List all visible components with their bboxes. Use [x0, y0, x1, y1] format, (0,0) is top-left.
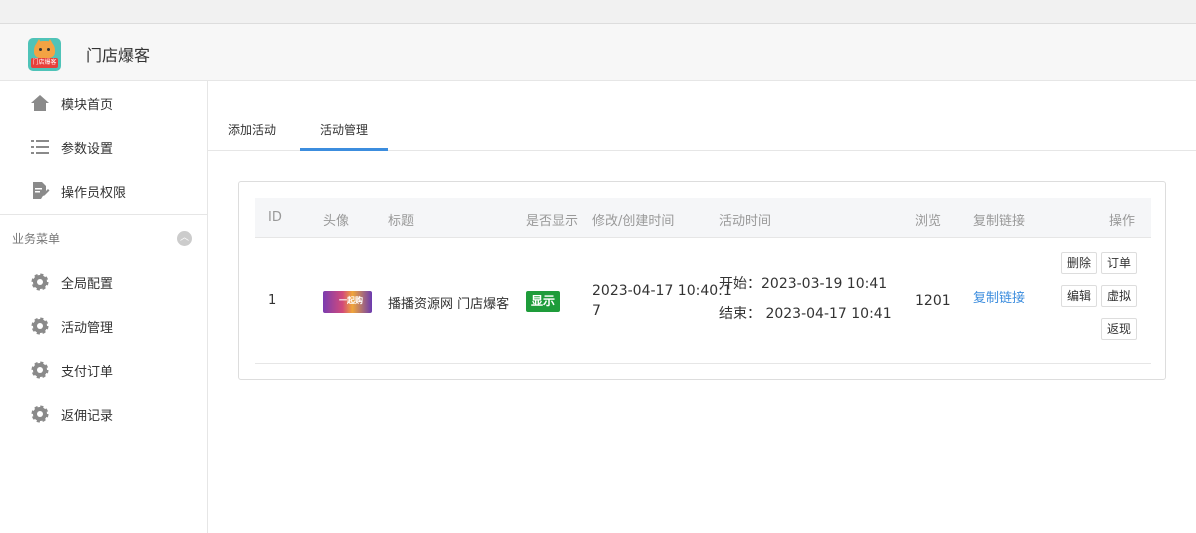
chevron-up-icon: ︿: [179, 233, 189, 243]
status-badge: 显示: [526, 291, 561, 312]
home-icon: [31, 95, 49, 111]
column-header-actions: 操作: [1109, 214, 1136, 229]
row-start-time: 开始：2023-03-19 10:41: [719, 276, 888, 292]
row-id: 1: [268, 293, 277, 308]
app-logo: 门店爆客: [28, 38, 61, 71]
sidebar-item-label: 参数设置: [61, 142, 114, 157]
collapse-toggle[interactable]: ︿: [177, 231, 192, 246]
tab-add-activity[interactable]: 添加活动: [228, 121, 288, 151]
orders-button[interactable]: 订单: [1101, 252, 1138, 274]
column-header-modified-time: 修改/创建时间: [592, 214, 675, 229]
row-views: 1201: [915, 293, 951, 309]
row-modified-time-line1: 2023-04-17 10:40:1: [592, 283, 732, 299]
sidebar-item-label: 全局配置: [61, 277, 114, 292]
delete-button[interactable]: 删除: [1061, 252, 1098, 274]
sidebar-item-global-config[interactable]: 全局配置: [0, 260, 207, 304]
sidebar-item-home[interactable]: 模块首页: [0, 81, 207, 125]
activity-avatar-text: 一起购: [339, 296, 363, 305]
sidebar-item-payment-orders[interactable]: 支付订单: [0, 348, 207, 392]
sidebar-item-label: 模块首页: [61, 98, 114, 113]
gear-icon: [31, 317, 49, 335]
app-logo-text: 门店爆客: [31, 58, 58, 68]
table-row: 1 一起购 播播资源网 门店爆客 显示 2023-04-17 10:40:1 7…: [255, 238, 1151, 364]
app-title: 门店爆客: [86, 46, 151, 65]
sidebar-item-rebate-records[interactable]: 返佣记录: [0, 392, 207, 436]
tab-bar: 添加活动 活动管理: [208, 81, 1196, 151]
column-header-title: 标题: [388, 214, 415, 229]
gear-icon: [31, 273, 49, 291]
virtual-button[interactable]: 虚拟: [1101, 285, 1138, 307]
column-header-views: 浏览: [915, 214, 942, 229]
sidebar-item-label: 活动管理: [61, 321, 114, 336]
app-header: 门店爆客 门店爆客: [0, 24, 1196, 81]
sidebar-item-label: 操作员权限: [61, 186, 127, 201]
table-header: ID 头像 标题 是否显示 修改/创建时间 活动时间 浏览 复制链接 操作: [255, 198, 1151, 238]
sidebar-item-activity-management[interactable]: 活动管理: [0, 304, 207, 348]
edit-button[interactable]: 编辑: [1061, 285, 1098, 307]
gear-icon: [31, 361, 49, 379]
sidebar-item-operator-permissions[interactable]: 操作员权限: [0, 169, 207, 213]
sidebar-item-label: 返佣记录: [61, 409, 114, 424]
column-header-activity-time: 活动时间: [719, 214, 772, 229]
sidebar: 模块首页 参数设置 操作员权限 业务菜单 ︿ 全局配置 活动管理 支付订单 返佣…: [0, 81, 208, 533]
sidebar-item-label: 支付订单: [61, 365, 114, 380]
gear-icon: [31, 405, 49, 423]
column-header-copy-link: 复制链接: [973, 214, 1026, 229]
row-end-time: 结束： 2023-04-17 10:41: [719, 306, 892, 322]
copy-link[interactable]: 复制链接: [973, 287, 1025, 306]
activity-avatar: 一起购: [323, 291, 372, 313]
column-header-id: ID: [268, 210, 282, 225]
column-header-avatar: 头像: [323, 214, 350, 229]
sidebar-item-params[interactable]: 参数设置: [0, 125, 207, 169]
tab-activity-management[interactable]: 活动管理: [300, 121, 388, 151]
sidebar-group-title: 业务菜单: [12, 232, 61, 246]
activity-table-panel: ID 头像 标题 是否显示 修改/创建时间 活动时间 浏览 复制链接 操作 1 …: [238, 181, 1166, 380]
row-modified-time-line2: 7: [592, 303, 601, 319]
rebate-button[interactable]: 返现: [1101, 318, 1138, 340]
column-header-visible: 是否显示: [526, 214, 579, 229]
list-icon: [31, 140, 49, 154]
sidebar-divider: [0, 214, 207, 215]
document-edit-icon: [33, 182, 50, 199]
row-title: 播播资源网 门店爆客: [388, 297, 510, 312]
browser-top-strip: [0, 0, 1196, 24]
